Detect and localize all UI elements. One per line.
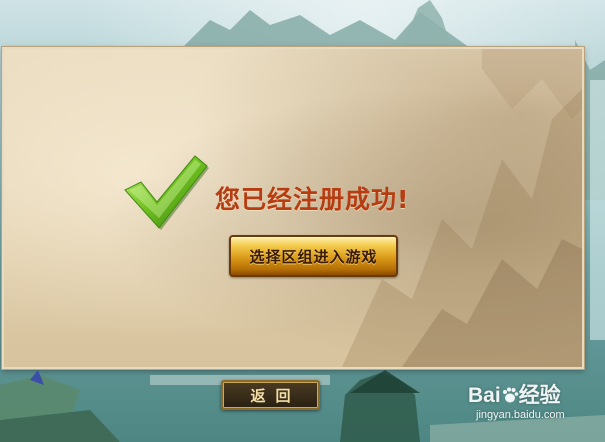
- back-button[interactable]: 返回: [221, 380, 320, 410]
- check-icon: [124, 155, 209, 230]
- watermark-brand-left: Bai: [468, 384, 501, 407]
- back-button-label: 返回: [250, 386, 301, 405]
- paw-icon: [502, 387, 518, 403]
- select-server-enter-game-button[interactable]: 选择区组进入游戏: [229, 235, 398, 277]
- registration-success-title: 您已经注册成功!: [215, 185, 410, 214]
- enter-button-label: 选择区组进入游戏: [249, 247, 378, 266]
- watermark-site: jingyan.baidu.com: [476, 409, 565, 421]
- watermark-brand-right: 经验: [518, 384, 561, 407]
- watermark-brand: Bai 经验: [468, 384, 598, 408]
- baidu-jingyan-watermark: Bai 经验 jingyan.baidu.com: [468, 384, 598, 434]
